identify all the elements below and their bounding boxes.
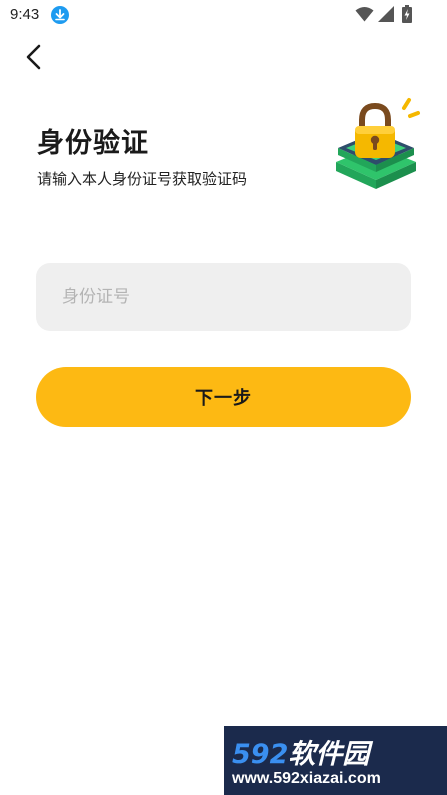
page-subtitle: 请输入本人身份证号获取验证码 (37, 170, 248, 188)
site-watermark: 592软件园 www.592xiazai.com (224, 726, 447, 795)
download-notification-icon (51, 6, 69, 24)
watermark-brand: 592软件园 (232, 732, 369, 771)
watermark-url: www.592xiazai.com (232, 770, 381, 787)
id-number-input[interactable] (36, 263, 411, 331)
back-button[interactable] (20, 42, 48, 72)
lock-illustration (336, 98, 420, 189)
battery-charging-icon (402, 5, 412, 23)
next-step-button[interactable]: 下一步 (36, 367, 411, 427)
wifi-icon (355, 7, 374, 22)
watermark-brand-number: 592 (232, 739, 289, 770)
watermark-brand-text: 软件园 (288, 739, 370, 770)
status-time: 9:43 (10, 6, 40, 23)
page-title: 身份验证 (37, 128, 149, 159)
status-bar: 9:43 (0, 0, 447, 30)
identity-verification-screen: 9:43 身份验证 请输入本人身份证号获取验证码 身份证号 下一步 592软件园… (0, 0, 447, 795)
chevron-left-icon (26, 44, 41, 70)
cell-signal-icon (378, 6, 394, 22)
